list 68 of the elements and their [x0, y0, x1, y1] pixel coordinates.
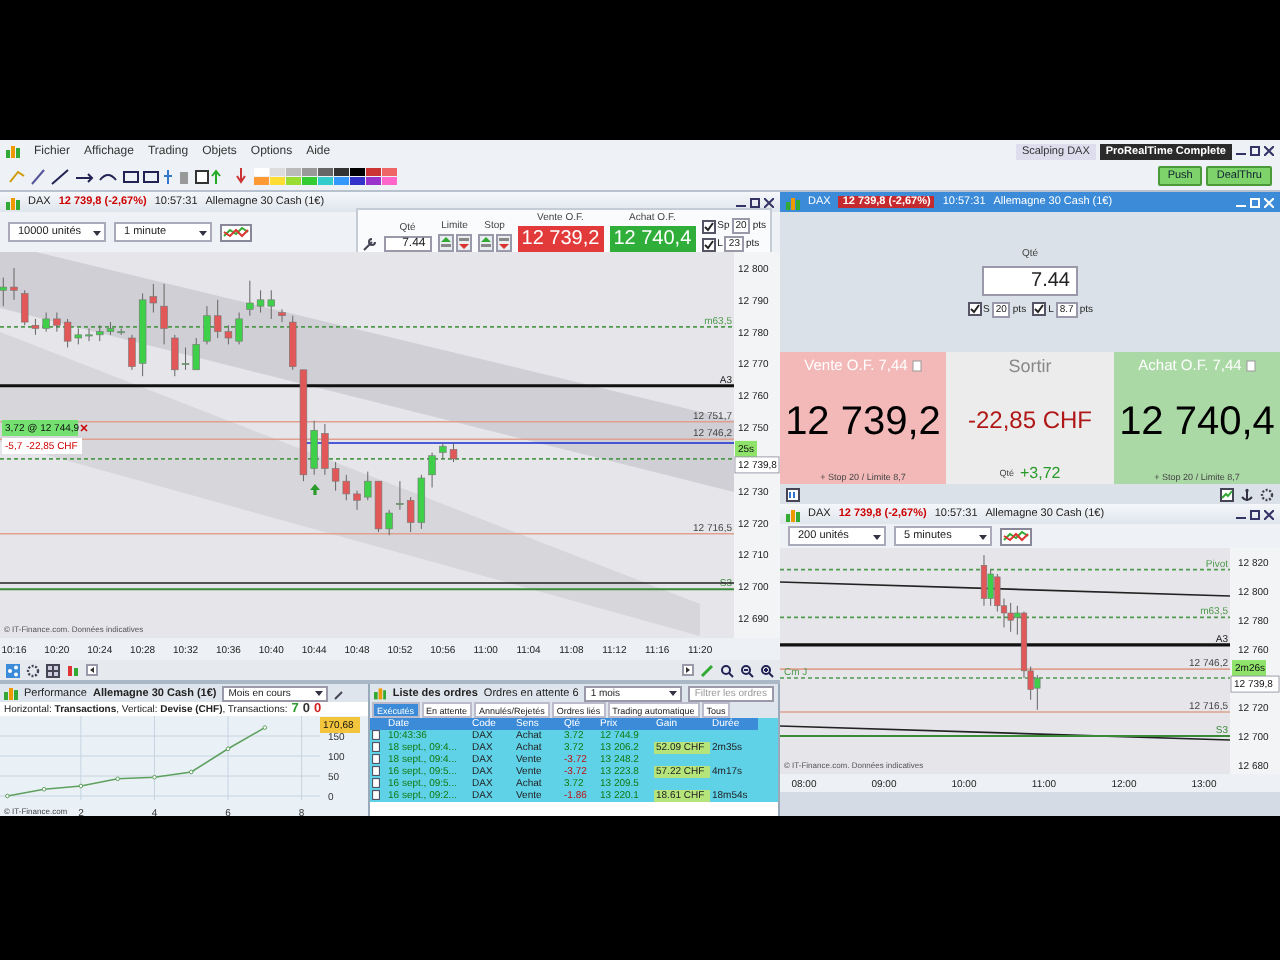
close-icon[interactable] — [1264, 509, 1274, 519]
data-point — [152, 774, 157, 780]
maximize-icon[interactable] — [1250, 509, 1260, 519]
app-logo-icon — [6, 195, 20, 209]
indicator-icon[interactable] — [220, 223, 252, 241]
scroll-right-icon[interactable] — [682, 664, 694, 676]
order-type-icon[interactable] — [437, 234, 454, 252]
grid-icon[interactable] — [46, 663, 60, 677]
arrow-icon — [310, 484, 320, 495]
qty-field[interactable]: 7.44 — [982, 265, 1078, 295]
wrench-icon[interactable] — [334, 687, 347, 699]
candles-icon[interactable] — [66, 663, 80, 677]
close-icon[interactable] — [1264, 146, 1274, 156]
caret-icon[interactable] — [668, 688, 679, 698]
zoom-in-icon[interactable] — [760, 663, 774, 677]
caret-icon[interactable] — [978, 531, 988, 541]
checkbox[interactable] — [701, 219, 716, 233]
indicator-icon[interactable] — [1000, 527, 1032, 545]
data-point — [115, 776, 120, 782]
order-type-icon[interactable] — [495, 234, 512, 252]
settings-icon[interactable] — [1260, 487, 1274, 501]
order-type-icon[interactable] — [455, 234, 472, 252]
candle — [10, 267, 18, 301]
zoom-out-icon[interactable] — [740, 663, 754, 677]
checkbox[interactable] — [967, 302, 981, 316]
scroll-left-icon[interactable] — [86, 664, 98, 676]
app-logo-icon — [786, 195, 800, 209]
candle — [85, 327, 93, 342]
data-point — [5, 793, 10, 799]
price-value: 12 739,2 — [785, 400, 941, 446]
share-icon[interactable] — [6, 663, 20, 677]
app-logo-icon — [786, 507, 800, 521]
candle — [0, 277, 7, 307]
maximize-icon[interactable] — [750, 197, 760, 207]
caret-icon[interactable] — [198, 227, 208, 237]
settings-icon[interactable] — [26, 663, 40, 677]
caret-icon[interactable] — [872, 531, 882, 541]
zoom-icon[interactable] — [720, 663, 734, 677]
info-icon — [911, 359, 922, 371]
caret-icon[interactable] — [92, 227, 102, 237]
data-point — [188, 769, 194, 775]
info-icon — [1245, 359, 1256, 371]
data-point — [41, 786, 47, 792]
app-logo-icon — [4, 686, 18, 700]
data-point — [225, 746, 231, 752]
close-icon[interactable] — [764, 197, 774, 207]
pnl-value: -22,85 CHF — [967, 406, 1093, 434]
exit-title: Sortir — [1008, 356, 1052, 376]
maximize-icon[interactable] — [1250, 146, 1260, 156]
checkbox[interactable] — [701, 237, 716, 251]
candle — [203, 305, 211, 345]
checkbox[interactable] — [1032, 302, 1047, 316]
data-point — [262, 725, 268, 730]
anchor-icon[interactable] — [1240, 487, 1254, 501]
price-value: 12 740,4 — [1119, 400, 1275, 446]
qty-value: +3,72 — [1020, 464, 1061, 482]
candle — [278, 308, 286, 323]
app-logo-icon — [6, 144, 20, 158]
order-type-icon[interactable] — [477, 234, 494, 252]
caret-icon[interactable] — [314, 688, 325, 698]
chart-icon[interactable] — [1220, 487, 1234, 501]
data-point — [78, 783, 84, 789]
color-palette-icon[interactable] — [254, 167, 398, 185]
column-header — [370, 718, 386, 730]
down-arrow-icon[interactable] — [236, 168, 246, 184]
sell-price-button[interactable]: 12 739,2 — [517, 226, 604, 252]
app-logo-icon — [374, 686, 387, 700]
wrench-icon[interactable] — [361, 236, 378, 252]
